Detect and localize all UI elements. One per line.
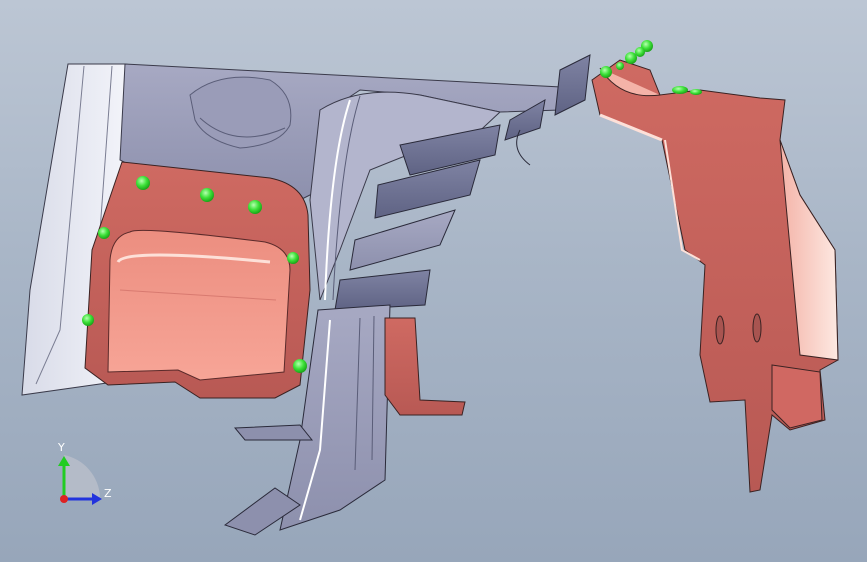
right-part-panel[interactable]	[591, 59, 839, 493]
pin-icon[interactable]	[136, 176, 150, 190]
triad-plane-icon	[64, 455, 100, 500]
model-canvas[interactable]	[0, 0, 867, 562]
pin-icon[interactable]	[635, 47, 645, 57]
pin-icon[interactable]	[200, 188, 214, 202]
pin-icon[interactable]	[293, 359, 307, 373]
x-axis-icon	[60, 495, 68, 503]
axis-triad	[58, 455, 102, 505]
3d-viewport[interactable]: Y Z	[0, 0, 867, 562]
pin-icon[interactable]	[616, 62, 624, 70]
triad-y-label: Y	[58, 441, 65, 454]
triad-z-label: Z	[104, 487, 112, 500]
pin-icon[interactable]	[625, 52, 637, 64]
pin-icon[interactable]	[672, 86, 688, 94]
left-part-panel[interactable]	[84, 161, 311, 399]
pin-icon[interactable]	[82, 314, 94, 326]
pin-icon[interactable]	[248, 200, 262, 214]
pin-icon[interactable]	[287, 252, 299, 264]
pin-icon[interactable]	[600, 66, 612, 78]
pin-icon[interactable]	[690, 89, 702, 95]
pin-icon[interactable]	[98, 227, 110, 239]
